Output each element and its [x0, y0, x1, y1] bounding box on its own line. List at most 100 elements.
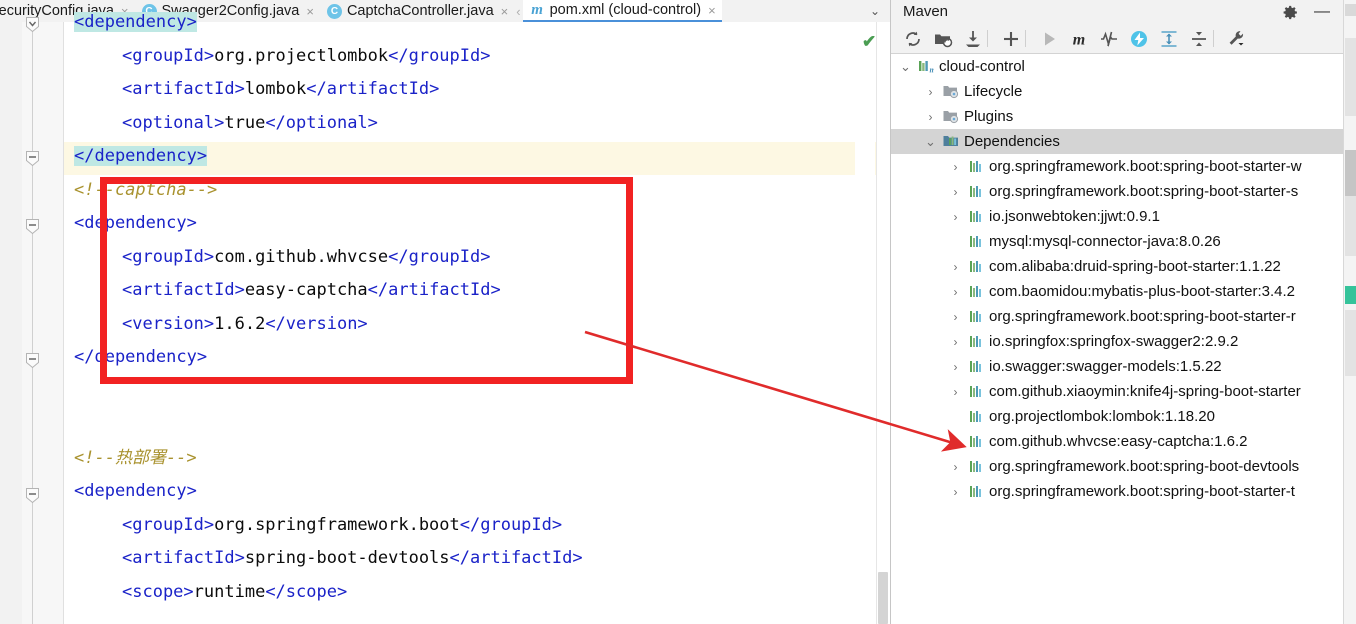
green-checkmark-icon[interactable]: ✔	[862, 32, 876, 52]
chevron-right-icon[interactable]: ›	[949, 279, 962, 304]
maven-tree-row[interactable]: org.projectlombok:lombok:1.18.20	[891, 404, 1343, 429]
maven-tree-row[interactable]: mysql:mysql-connector-java:8.0.26	[891, 229, 1343, 254]
maven-project-tree[interactable]: ⌄mcloud-control›Lifecycle›Plugins⌄Depend…	[891, 54, 1343, 624]
close-icon[interactable]: ×	[708, 4, 716, 17]
run-maven-build-icon[interactable]	[1039, 29, 1059, 49]
code-line[interactable]: <dependency>	[74, 207, 197, 241]
generate-sources-and-update-folders-icon[interactable]	[933, 29, 953, 49]
fold-collapse-icon[interactable]	[24, 150, 41, 167]
chevron-right-icon[interactable]: ›	[949, 179, 962, 204]
maven-dependency-icon	[967, 304, 985, 329]
code-line[interactable]: <!--热部署-->	[74, 442, 197, 476]
code-token-txt: easy-captcha	[244, 280, 368, 300]
execute-maven-goal-icon[interactable]: m	[1069, 29, 1089, 49]
strip-marker	[1345, 196, 1356, 256]
maven-tree-row[interactable]: › io.swagger:swagger-models:1.5.22	[891, 354, 1343, 379]
maven-tree-row[interactable]: › Plugins	[891, 104, 1343, 129]
close-icon[interactable]: ×	[306, 5, 314, 18]
ide-window: SecurityConfig.java × C Swagger2Config.java…	[0, 0, 1356, 624]
toolbar-separator	[1025, 30, 1026, 47]
maven-tree-row[interactable]: › com.alibaba:druid-spring-boot-starter:1…	[891, 254, 1343, 279]
code-token-tag: </dependency>	[74, 347, 208, 367]
maven-tree-row[interactable]: › com.baomidou:mybatis-plus-boot-starter:…	[891, 279, 1343, 304]
close-icon[interactable]: ×	[501, 5, 509, 18]
code-line[interactable]: <version>1.6.2</version>	[122, 308, 368, 342]
chevron-right-icon[interactable]: ›	[949, 204, 962, 229]
code-line[interactable]: </dependency>	[74, 341, 207, 375]
minimize-icon[interactable]: —	[1313, 3, 1331, 20]
collapse-all-icon[interactable]	[1189, 29, 1209, 49]
editor-tab-3[interactable]: m pom.xml (cloud-control) ×	[522, 0, 722, 22]
reload-all-maven-projects-icon[interactable]	[903, 29, 923, 49]
fold-chevron-icon[interactable]	[24, 16, 41, 33]
chevron-right-icon[interactable]: ›	[949, 154, 962, 179]
chevron-right-icon[interactable]: ›	[949, 329, 962, 354]
code-token-txt: 1.6.2	[214, 313, 266, 334]
toggle-offline-mode-icon[interactable]	[1129, 29, 1149, 49]
editor-scrollbar-thumb[interactable]	[878, 572, 888, 624]
download-sources-icon[interactable]	[963, 29, 983, 49]
chevron-right-icon[interactable]: ›	[949, 479, 962, 504]
strip-marker	[1345, 310, 1356, 376]
code-token-txt: true	[224, 112, 266, 133]
code-line[interactable]: <groupId>com.github.whvcse</groupId>	[122, 241, 490, 275]
maven-tree-row[interactable]: › org.springframework.boot:spring-boot-st…	[891, 479, 1343, 504]
code-line[interactable]: <scope>runtime</scope>	[122, 576, 347, 610]
toggle-skip-tests-icon[interactable]	[1099, 29, 1119, 49]
tab-scroll-left-icon[interactable]: ‹	[514, 0, 522, 22]
strip-marker	[1345, 150, 1356, 196]
code-line[interactable]: <groupId>org.springframework.boot</group…	[122, 509, 562, 543]
maven-tree-row[interactable]: › Lifecycle	[891, 79, 1343, 104]
maven-tree-row[interactable]: › io.jsonwebtoken:jjwt:0.9.1	[891, 204, 1343, 229]
code-token-txt: org.springframework.boot	[214, 514, 460, 535]
code-line[interactable]: <!--captcha-->	[74, 174, 217, 208]
maven-dependency-icon	[967, 404, 985, 429]
tab-list-chevron-icon[interactable]: ⌄	[862, 0, 888, 22]
fold-collapse-icon[interactable]	[24, 218, 41, 235]
right-edge-marker-strip[interactable]	[1343, 0, 1356, 624]
maven-tree-label: org.springframework.boot:spring-boot-sta…	[989, 158, 1302, 175]
code-line[interactable]: <dependency>	[74, 6, 197, 40]
maven-tree-row[interactable]: › org.springframework.boot:spring-boot-st…	[891, 304, 1343, 329]
code-token-tag: </dependency>	[74, 146, 208, 166]
maven-tree-row[interactable]: › org.springframework.boot:spring-boot-st…	[891, 154, 1343, 179]
code-line[interactable]: <dependency>	[74, 475, 197, 509]
chevron-right-icon[interactable]: ›	[924, 104, 937, 129]
code-line[interactable]: <optional>true</optional>	[122, 107, 378, 141]
maven-tree-row[interactable]: › com.github.xiaoymin:knife4j-spring-boot…	[891, 379, 1343, 404]
maven-settings-wrench-icon[interactable]	[1227, 29, 1247, 49]
maven-dependency-icon	[967, 254, 985, 279]
gear-icon[interactable]	[1282, 4, 1299, 21]
editor-fold-gutter[interactable]	[22, 17, 64, 624]
code-token-tag: </groupId>	[459, 514, 563, 535]
maven-tree-label: org.springframework.boot:spring-boot-sta…	[989, 308, 1296, 325]
maven-tree-row[interactable]: › org.springframework.boot:spring-boot-st…	[891, 179, 1343, 204]
maven-tree-row[interactable]: com.github.whvcse:easy-captcha:1.6.2	[891, 429, 1343, 454]
chevron-right-icon[interactable]: ›	[949, 254, 962, 279]
maven-tree-label: mysql:mysql-connector-java:8.0.26	[989, 233, 1221, 250]
code-line[interactable]: <groupId>org.projectlombok</groupId>	[122, 40, 490, 74]
add-maven-project-icon[interactable]	[1001, 29, 1021, 49]
maven-tree-row[interactable]: ⌄mcloud-control	[891, 54, 1343, 79]
fold-collapse-icon[interactable]	[24, 487, 41, 504]
code-line[interactable]: <artifactId>easy-captcha</artifactId>	[122, 274, 501, 308]
chevron-right-icon[interactable]: ›	[949, 304, 962, 329]
maven-tree-row[interactable]: › org.springframework.boot:spring-boot-de…	[891, 454, 1343, 479]
code-line[interactable]: <artifactId>spring-boot-devtools</artifa…	[122, 542, 583, 576]
editor-line-gutter[interactable]	[0, 22, 23, 624]
code-token-tag: </artifactId>	[449, 548, 583, 568]
editor-tab-label: pom.xml (cloud-control)	[549, 2, 702, 18]
code-editor-content[interactable]: <dependency> <groupId>org.projectlombok</…	[64, 12, 876, 624]
chevron-right-icon[interactable]: ›	[949, 379, 962, 404]
editor-scrollbar-track[interactable]	[876, 22, 890, 624]
maven-tree-row[interactable]: › io.springfox:springfox-swagger2:2.9.2	[891, 329, 1343, 354]
code-line[interactable]: <artifactId>lombok</artifactId>	[122, 73, 439, 107]
editor-tab-2[interactable]: C CaptchaController.java ×	[320, 0, 514, 22]
fold-collapse-icon[interactable]	[24, 352, 41, 369]
chevron-right-icon[interactable]: ›	[924, 79, 937, 104]
expand-all-icon[interactable]	[1159, 29, 1179, 49]
maven-tree-row[interactable]: ⌄ Dependencies	[891, 129, 1343, 154]
chevron-right-icon[interactable]: ›	[949, 454, 962, 479]
code-line[interactable]: </dependency>	[74, 140, 208, 174]
chevron-right-icon[interactable]: ›	[949, 354, 962, 379]
